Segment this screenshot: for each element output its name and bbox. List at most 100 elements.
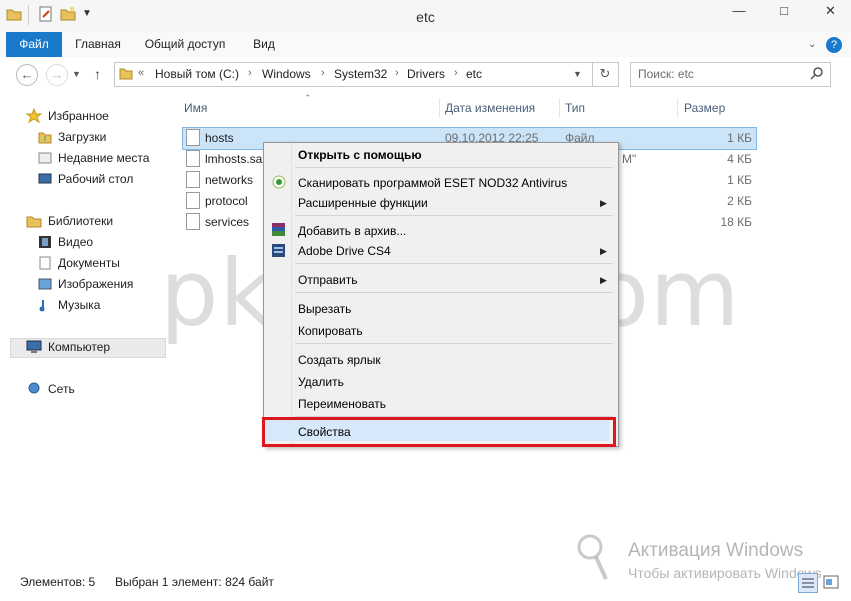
- file-icon: [186, 150, 200, 167]
- menu-separator: [295, 167, 613, 168]
- breadcrumb-separator: ›: [321, 67, 325, 79]
- nav-desktop[interactable]: Рабочий стол: [58, 169, 133, 189]
- nav-documents[interactable]: Документы: [58, 253, 120, 273]
- back-button[interactable]: ←: [16, 64, 38, 86]
- downloads-icon: [38, 130, 52, 147]
- menu-cut[interactable]: Вырезать: [298, 302, 351, 316]
- menu-properties[interactable]: Свойства: [298, 425, 351, 439]
- breadcrumb-windows[interactable]: Windows: [262, 67, 311, 81]
- breadcrumb-volume[interactable]: Новый том (C:): [155, 67, 239, 81]
- menu-gutter-line: [291, 143, 292, 444]
- nav-computer[interactable]: Компьютер: [48, 337, 110, 357]
- file-size: 1 КБ: [727, 173, 752, 187]
- minimize-button[interactable]: —: [720, 0, 758, 22]
- file-name: hosts: [205, 131, 234, 145]
- menu-create-shortcut[interactable]: Создать ярлык: [298, 353, 381, 367]
- status-selection: Выбран 1 элемент: 824 байт: [115, 575, 274, 589]
- menu-eset-scan[interactable]: Сканировать программой ESET NOD32 Antivi…: [298, 176, 567, 190]
- nav-libraries[interactable]: Библиотеки: [48, 211, 113, 231]
- menu-adobe-drive[interactable]: Adobe Drive CS4: [298, 244, 391, 258]
- file-name: services: [205, 215, 250, 229]
- star-icon: [25, 107, 43, 127]
- tab-share[interactable]: Общий доступ: [138, 32, 232, 57]
- breadcrumb-etc[interactable]: etc: [466, 67, 482, 81]
- file-name: networks: [205, 173, 254, 187]
- network-icon: [26, 381, 42, 398]
- file-type: M": [622, 152, 637, 166]
- file-name: protocol: [205, 194, 248, 208]
- nav-downloads[interactable]: Загрузки: [58, 127, 106, 147]
- breadcrumb-drivers[interactable]: Drivers: [407, 67, 445, 81]
- menu-send-to[interactable]: Отправить: [298, 273, 358, 287]
- video-icon: [38, 235, 52, 252]
- file-icon: [186, 213, 200, 230]
- breadcrumb-system32[interactable]: System32: [334, 67, 387, 81]
- breadcrumb-separator: ›: [454, 67, 458, 79]
- menu-delete[interactable]: Удалить: [298, 375, 344, 389]
- file-size: 1 КБ: [727, 131, 752, 145]
- nav-video[interactable]: Видео: [58, 232, 93, 252]
- column-size[interactable]: Размер: [684, 101, 725, 119]
- up-arrow-icon[interactable]: ↑: [94, 66, 101, 82]
- sort-arrow-icon: ⌃: [304, 93, 312, 103]
- activation-text: Чтобы активировать Windows: [628, 565, 822, 581]
- recent-places-icon: [38, 151, 52, 168]
- file-icon: [186, 192, 200, 209]
- submenu-arrow-icon: ▶: [600, 198, 607, 208]
- search-icon[interactable]: [810, 66, 824, 83]
- tab-file[interactable]: Файл: [6, 32, 62, 57]
- nav-favorites[interactable]: Избранное: [48, 106, 109, 126]
- forward-button[interactable]: →: [46, 64, 68, 86]
- file-size: 2 КБ: [727, 194, 752, 208]
- large-icons-view-icon[interactable]: [822, 573, 840, 591]
- desktop-icon: [38, 172, 52, 189]
- column-divider: [677, 98, 678, 118]
- maximize-button[interactable]: □: [765, 0, 803, 22]
- close-button[interactable]: ✕: [810, 0, 851, 22]
- ribbon-expand-icon[interactable]: ⌄: [808, 39, 816, 50]
- search-placeholder: Поиск: etc: [638, 67, 694, 81]
- column-name[interactable]: Имя: [184, 101, 207, 119]
- nav-music[interactable]: Музыка: [58, 295, 100, 315]
- libraries-icon: [26, 213, 42, 232]
- tab-view[interactable]: Вид: [243, 32, 285, 57]
- nav-network[interactable]: Сеть: [48, 379, 75, 399]
- eset-icon: [272, 175, 286, 192]
- nav-recent[interactable]: Недавние места: [58, 148, 149, 168]
- computer-icon: [26, 340, 42, 357]
- status-item-count: Элементов: 5: [20, 575, 96, 589]
- menu-separator: [295, 263, 613, 264]
- nav-images[interactable]: Изображения: [58, 274, 133, 294]
- activation-title: Активация Windows: [628, 540, 804, 561]
- file-icon: [186, 171, 200, 188]
- menu-extended[interactable]: Расширенные функции: [298, 196, 428, 210]
- menu-copy[interactable]: Копировать: [298, 324, 363, 338]
- column-date[interactable]: Дата изменения: [445, 101, 535, 119]
- tab-home[interactable]: Главная: [68, 32, 128, 57]
- menu-open-with[interactable]: Открыть с помощью: [298, 148, 422, 162]
- folder-icon: [119, 66, 133, 83]
- winrar-icon: [271, 222, 286, 240]
- recent-dropdown-icon[interactable]: ▼: [72, 69, 81, 79]
- file-icon: [186, 129, 200, 146]
- breadcrumb-overflow[interactable]: «: [138, 67, 144, 79]
- breadcrumb-separator: ›: [248, 67, 252, 79]
- menu-add-archive[interactable]: Добавить в архив...: [298, 224, 406, 238]
- menu-separator: [295, 215, 613, 216]
- menu-separator: [295, 343, 613, 344]
- help-icon[interactable]: ?: [826, 37, 842, 53]
- column-divider: [439, 98, 440, 118]
- address-dropdown-icon[interactable]: ▼: [573, 69, 582, 79]
- images-icon: [38, 277, 52, 294]
- submenu-arrow-icon: ▶: [600, 275, 607, 285]
- details-view-icon[interactable]: [798, 573, 818, 593]
- key-icon: [576, 533, 612, 586]
- menu-rename[interactable]: Переименовать: [298, 397, 386, 411]
- column-type[interactable]: Тип: [565, 101, 585, 119]
- breadcrumb-separator: ›: [395, 67, 399, 79]
- menu-separator: [295, 292, 613, 293]
- refresh-icon[interactable]: ↻: [592, 63, 617, 86]
- file-size: 18 КБ: [720, 215, 752, 229]
- adobe-drive-icon: [271, 243, 286, 261]
- music-icon: [38, 298, 52, 315]
